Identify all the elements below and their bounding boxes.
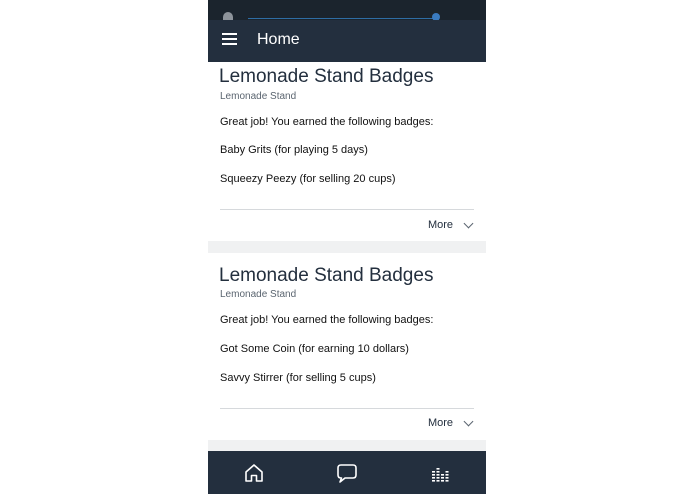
- card-text-line: Squeezy Peezy (for selling 20 cups): [220, 173, 396, 185]
- feed-list[interactable]: Lemonade Stand Badges Lemonade Stand Gre…: [208, 62, 486, 451]
- card-title: Lemonade Stand Badges: [219, 66, 434, 87]
- status-bar: [208, 0, 486, 21]
- more-button[interactable]: More: [427, 217, 474, 233]
- card-title: Lemonade Stand Badges: [219, 265, 434, 286]
- card-separator: [208, 241, 486, 253]
- chevron-down-icon: [463, 416, 474, 426]
- card-separator: [208, 440, 486, 451]
- activity-card: Lemonade Stand Badges Lemonade Stand Gre…: [208, 253, 486, 441]
- card-text-line: Got Some Coin (for earning 10 dollars): [220, 343, 409, 355]
- more-button[interactable]: More: [427, 415, 474, 431]
- activity-card: Lemonade Stand Badges Lemonade Stand Gre…: [208, 62, 486, 241]
- app-screen: Home Lemonade Stand Badges Lemonade Stan…: [208, 0, 486, 494]
- home-icon[interactable]: [242, 461, 266, 485]
- card-subtitle: Lemonade Stand: [220, 289, 297, 300]
- hamburger-menu-icon[interactable]: [222, 33, 237, 46]
- status-progress-line: [248, 18, 438, 19]
- card-text-line: Savvy Stirrer (for selling 5 cups): [220, 372, 376, 384]
- bottom-navigation-bar: [208, 451, 486, 494]
- top-app-bar: Home: [208, 20, 486, 62]
- card-text-line: Great job! You earned the following badg…: [220, 116, 434, 128]
- chat-icon[interactable]: [335, 461, 359, 485]
- page-title: Home: [257, 31, 300, 48]
- more-label: More: [427, 219, 453, 231]
- card-subtitle: Lemonade Stand: [220, 91, 297, 102]
- more-label: More: [427, 417, 453, 429]
- chevron-down-icon: [463, 218, 474, 228]
- card-divider: [220, 209, 474, 210]
- status-indicator-icon: [223, 12, 233, 20]
- card-text-line: Baby Grits (for playing 5 days): [220, 144, 368, 156]
- card-divider: [220, 408, 474, 409]
- card-text-line: Great job! You earned the following badg…: [220, 314, 434, 326]
- equalizer-icon[interactable]: [428, 461, 452, 485]
